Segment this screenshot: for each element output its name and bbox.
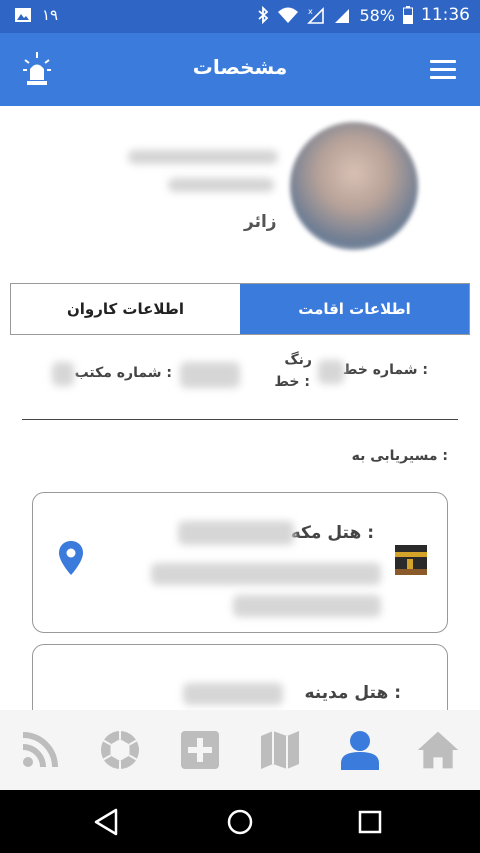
hotel-makkah-card[interactable]: هتل مکه :: [32, 492, 448, 633]
line-info: شماره خط : رنگ خط : شماره مکتب :: [0, 350, 480, 410]
notification-count: ۱۹: [42, 6, 59, 24]
tab-caravan-info[interactable]: اطلاعات کاروان: [11, 284, 240, 334]
location-pin-icon[interactable]: [59, 541, 83, 575]
blurred-line-number: [318, 360, 344, 384]
add-box-icon: [181, 731, 219, 769]
blurred-name-line: [168, 178, 274, 192]
line-color-label: رنگ: [284, 352, 312, 368]
blurred-value: [52, 362, 74, 386]
bottom-navigation: [0, 710, 480, 790]
nav-home[interactable]: [416, 728, 460, 772]
tab-residence-info[interactable]: اطلاعات اقامت: [240, 284, 469, 334]
nav-camera[interactable]: [98, 728, 142, 772]
blurred-name-line: [128, 150, 278, 164]
svg-text:x: x: [308, 7, 313, 16]
bluetooth-icon: [258, 6, 269, 24]
info-tabs: اطلاعات کاروان اطلاعات اقامت: [10, 283, 470, 335]
signal-icon: [335, 9, 350, 23]
blurred-hotel-address: [151, 563, 381, 585]
map-icon: [261, 731, 299, 769]
home-button-icon[interactable]: [226, 808, 254, 836]
line-color-label-2: خط :: [274, 374, 310, 390]
avatar: [290, 122, 418, 250]
blurred-hotel-address: [233, 595, 381, 617]
status-bar: ۱۹ x 58% 11:36: [0, 0, 480, 33]
kaaba-icon: [395, 545, 427, 575]
back-icon[interactable]: [92, 808, 120, 836]
nav-profile[interactable]: [338, 728, 382, 772]
camera-shutter-icon: [101, 731, 139, 769]
no-signal-icon: x: [307, 7, 325, 24]
person-icon: [341, 731, 379, 770]
nav-add[interactable]: [178, 728, 222, 772]
blurred-hotel-name: [183, 683, 283, 705]
role-label: زائر: [244, 212, 277, 232]
battery-percent: 58%: [359, 5, 395, 25]
home-icon: [417, 731, 459, 769]
image-icon: [15, 8, 31, 22]
app-bar: مشخصات: [0, 33, 480, 106]
wifi-icon: [278, 7, 299, 23]
hotel-label: هتل مکه :: [290, 523, 374, 543]
blurred-office-number: [180, 362, 240, 388]
nav-map[interactable]: [258, 728, 302, 772]
office-number-label: شماره مکتب :: [74, 365, 172, 381]
blurred-hotel-name: [178, 521, 294, 545]
hamburger-menu-icon[interactable]: [430, 60, 456, 79]
system-navigation-bar: [0, 790, 480, 853]
rss-icon: [22, 732, 58, 768]
recents-icon[interactable]: [356, 808, 384, 836]
divider: [22, 419, 458, 420]
battery-icon: [403, 6, 413, 24]
page-title: مشخصات: [192, 55, 288, 79]
nav-rss[interactable]: [18, 728, 62, 772]
profile-header: زائر: [0, 106, 480, 276]
line-number-label: شماره خط :: [342, 362, 428, 378]
hotel-label: هتل مدینه :: [304, 683, 401, 703]
routing-label: مسیریابی به :: [351, 448, 448, 464]
clock: 11:36: [421, 5, 470, 25]
